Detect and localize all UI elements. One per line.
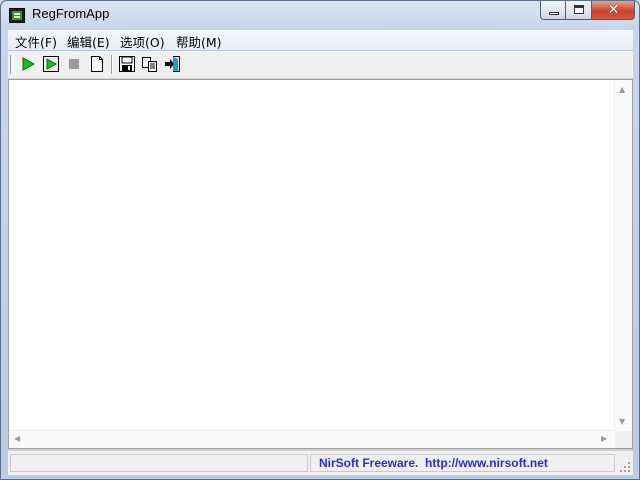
scroll-up-icon[interactable]: ▲	[619, 86, 625, 94]
scroll-right-icon[interactable]: ▶	[601, 435, 607, 443]
menu-help[interactable]: 帮助(M)	[176, 32, 222, 51]
title-bar[interactable]: RegFromApp ✕	[1, 1, 639, 30]
window-title: RegFromApp	[32, 6, 110, 21]
minimize-button[interactable]	[540, 1, 566, 20]
caption-buttons: ✕	[540, 1, 635, 21]
start-process-icon	[43, 56, 59, 72]
copy-icon	[142, 57, 157, 72]
stop-icon	[69, 59, 79, 69]
scroll-down-icon[interactable]: ▼	[619, 418, 625, 426]
horizontal-scrollbar[interactable]: ◀ ▶	[9, 430, 615, 448]
save-icon	[119, 56, 135, 72]
close-button[interactable]: ✕	[592, 1, 635, 20]
start-icon	[22, 57, 36, 71]
app-window: RegFromApp ✕ 文件(F) 编辑(E) 选项(O) 帮助(M) ▲ ▼…	[0, 0, 640, 480]
start-process-button[interactable]	[43, 56, 59, 72]
toolbar-grip[interactable]	[10, 55, 14, 74]
menu-options[interactable]: 选项(O)	[120, 32, 165, 51]
minimize-icon	[549, 12, 559, 15]
toolbar	[8, 51, 633, 79]
toolbar-separator	[111, 55, 112, 74]
new-document-icon	[91, 56, 103, 72]
menu-bar: 文件(F) 编辑(E) 选项(O) 帮助(M)	[8, 30, 633, 51]
status-pane-right[interactable]: NirSoft Freeware. http://www.nirsoft.net	[310, 454, 615, 472]
scrollbar-corner	[615, 431, 632, 448]
menu-edit[interactable]: 编辑(E)	[67, 32, 110, 51]
menu-file[interactable]: 文件(F)	[15, 32, 57, 51]
stop-button[interactable]	[66, 56, 82, 72]
scroll-left-icon[interactable]: ◀	[14, 435, 20, 443]
save-button[interactable]	[119, 56, 135, 72]
regfromapp-icon[interactable]	[9, 8, 25, 23]
nirsoft-link[interactable]: NirSoft Freeware. http://www.nirsoft.net	[319, 456, 548, 470]
status-pane-left	[10, 454, 308, 472]
maximize-button[interactable]	[566, 1, 592, 20]
maximize-icon	[574, 5, 584, 14]
results-list[interactable]: ▲ ▼ ◀ ▶	[8, 79, 633, 449]
status-bar: NirSoft Freeware. http://www.nirsoft.net	[8, 450, 633, 475]
exit-button[interactable]	[165, 56, 181, 72]
close-icon: ✕	[607, 2, 620, 18]
vertical-scrollbar[interactable]: ▲ ▼	[614, 80, 632, 431]
new-button[interactable]	[89, 56, 105, 72]
resize-grip-icon[interactable]	[620, 462, 631, 473]
exit-icon	[165, 56, 180, 72]
start-button[interactable]	[20, 56, 36, 72]
copy-button[interactable]	[142, 56, 158, 72]
